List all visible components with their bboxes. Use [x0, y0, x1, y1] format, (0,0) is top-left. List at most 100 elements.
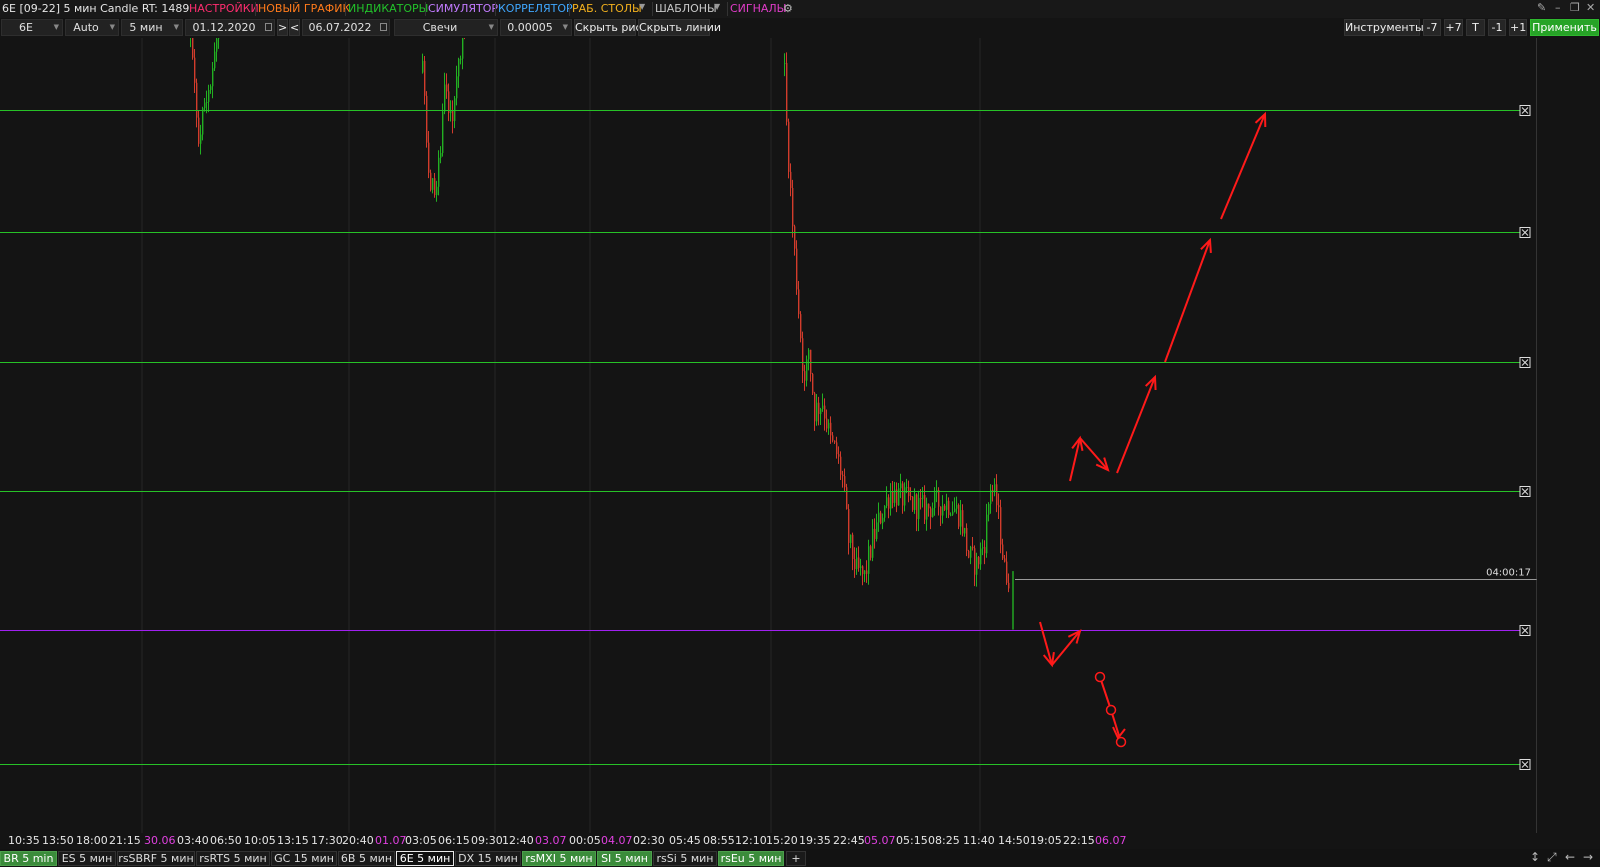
timeframe-select[interactable]: 5 мин ▼ — [121, 19, 183, 36]
menu-item-3[interactable]: СИМУЛЯТОР — [428, 2, 498, 15]
hide-lines-button[interactable]: Скрыть линии — [638, 19, 721, 36]
menu-item-5[interactable]: РАБ. СТОЛЫ — [572, 2, 642, 15]
plus7-button[interactable]: +7 — [1444, 19, 1463, 36]
menu-separator — [569, 2, 570, 16]
candle-body — [432, 178, 434, 190]
x-tick-label: 22:45 — [833, 834, 865, 847]
calendar-icon[interactable] — [380, 23, 387, 31]
hide-drawings-button[interactable]: Скрыть рис. — [574, 19, 645, 36]
t-button[interactable]: T — [1466, 19, 1485, 36]
candle-body — [900, 483, 902, 489]
minimize-icon[interactable]: – — [1555, 1, 1561, 14]
candle-body — [950, 514, 952, 516]
candle-body — [422, 60, 424, 73]
chart-tab[interactable]: ES 5 мин — [58, 851, 116, 866]
next-button[interactable]: > — [277, 19, 288, 36]
candle-body — [954, 508, 956, 512]
chart-tab[interactable]: rsRTS 5 мин — [196, 851, 270, 866]
chart-tab[interactable]: rsMXI 5 мин — [522, 851, 596, 866]
prev-button[interactable]: < — [289, 19, 300, 36]
menu-item-6[interactable]: ШАБЛОНЫ — [655, 2, 717, 15]
candle-body — [800, 314, 802, 339]
chart-tab[interactable]: SI 5 мин — [597, 851, 652, 866]
chevron-down-icon[interactable]: ▼ — [714, 2, 720, 11]
candle-body — [934, 492, 936, 509]
candle-body — [910, 496, 912, 498]
date-to-input[interactable]: 06.07.2022 — [302, 19, 390, 36]
candle-body — [932, 508, 934, 517]
chevron-down-icon[interactable]: ▼ — [639, 2, 645, 11]
x-tick-label: 13:50 — [42, 834, 74, 847]
candle-body — [436, 186, 438, 196]
candle-body — [974, 548, 976, 575]
candle-body — [978, 557, 980, 565]
remove-level-icon[interactable] — [1519, 105, 1531, 116]
plus1-button[interactable]: +1 — [1509, 19, 1527, 36]
candle-body — [818, 402, 820, 415]
candle-body — [948, 500, 950, 515]
x-tick-label: 22:15 — [1063, 834, 1095, 847]
x-tick-label: 19:05 — [1030, 834, 1062, 847]
symbol-select[interactable]: 6E ▼ — [1, 19, 63, 36]
menu-item-4[interactable]: КОРРЕЛЯТОР — [498, 2, 573, 15]
candle-body — [1006, 561, 1008, 583]
pin-icon[interactable]: ✎ — [1537, 1, 1546, 14]
candle-body — [922, 495, 924, 500]
arrow-right-icon[interactable]: → — [1583, 850, 1593, 864]
candle-body — [846, 487, 848, 510]
scale-select[interactable]: Auto ▼ — [65, 19, 119, 36]
remove-level-icon[interactable] — [1519, 486, 1531, 497]
candle-body — [984, 547, 986, 554]
remove-level-icon[interactable] — [1519, 357, 1531, 368]
close-icon[interactable]: ✕ — [1586, 1, 1595, 14]
x-tick-label: 17:30 — [311, 834, 343, 847]
candle-body — [916, 494, 918, 520]
settings-gear-icon[interactable]: ⚙ — [783, 2, 793, 15]
candle-body — [212, 68, 214, 87]
chart-tab[interactable]: BR 5 min — [0, 851, 57, 866]
chart-tab[interactable]: rsSi 5 мин — [653, 851, 717, 866]
apply-button[interactable]: Применить — [1530, 19, 1599, 36]
candle-body — [796, 248, 798, 290]
remove-level-icon[interactable] — [1519, 227, 1531, 238]
candle-body — [460, 58, 462, 60]
candle-body — [998, 505, 1000, 508]
chart-tab[interactable]: 6E 5 мин — [396, 851, 454, 866]
chart-tab[interactable]: DX 15 мин — [455, 851, 521, 866]
arrow-left-icon[interactable]: ← — [1565, 850, 1575, 864]
timeframe-value: 5 мин — [129, 21, 163, 34]
minus1-button[interactable]: -1 — [1488, 19, 1506, 36]
expand-icon[interactable]: ⤢ — [1547, 850, 1557, 865]
chart-toolbar: 6E ▼ Auto ▼ 5 мин ▼ 01.12.2020 > < 06.07.20… — [0, 18, 1600, 38]
chart-tab[interactable]: rsEu 5 мин — [718, 851, 784, 866]
candle-body — [956, 505, 958, 509]
resize-vertical-icon[interactable]: ↕ — [1530, 850, 1540, 864]
remove-level-icon[interactable] — [1519, 759, 1531, 770]
candle-body — [826, 418, 828, 429]
chart-tab[interactable]: rsSBRF 5 мин — [117, 851, 195, 866]
date-from-input[interactable]: 01.12.2020 — [185, 19, 275, 36]
minus7-button[interactable]: -7 — [1423, 19, 1441, 36]
candle-body — [866, 570, 868, 574]
menu-item-0[interactable]: НАСТРОЙКИ — [189, 2, 259, 15]
chart-type-select[interactable]: Свечи ▼ — [394, 19, 498, 36]
chart-tab[interactable]: GC 15 мин — [271, 851, 337, 866]
remove-level-icon[interactable] — [1519, 625, 1531, 636]
price-chart[interactable]: 1.044951.0411.03681.03261.02811.023751.0… — [0, 38, 1537, 833]
calendar-icon[interactable] — [265, 23, 272, 31]
add-tab-button[interactable]: + — [786, 851, 806, 866]
menu-item-1[interactable]: НОВЫЙ ГРАФИК — [258, 2, 350, 15]
candle-body — [888, 497, 890, 509]
menu-item-2[interactable]: ИНДИКАТОРЫ — [348, 2, 428, 15]
tools-button[interactable]: Инструменты — [1344, 19, 1424, 36]
menu-item-7[interactable]: СИГНАЛЫ — [730, 2, 786, 15]
chart-tab[interactable]: 6B 5 мин — [338, 851, 395, 866]
maximize-icon[interactable]: ❐ — [1570, 1, 1580, 14]
scale-value: Auto — [73, 21, 99, 34]
candle-body — [820, 409, 822, 415]
x-tick-label: 04.07 — [601, 834, 633, 847]
candle-body — [456, 76, 458, 99]
price-step-input[interactable]: 0.00005 ▼ — [500, 19, 572, 36]
menu-separator — [425, 2, 426, 16]
x-tick-label: 10:05 — [244, 834, 276, 847]
